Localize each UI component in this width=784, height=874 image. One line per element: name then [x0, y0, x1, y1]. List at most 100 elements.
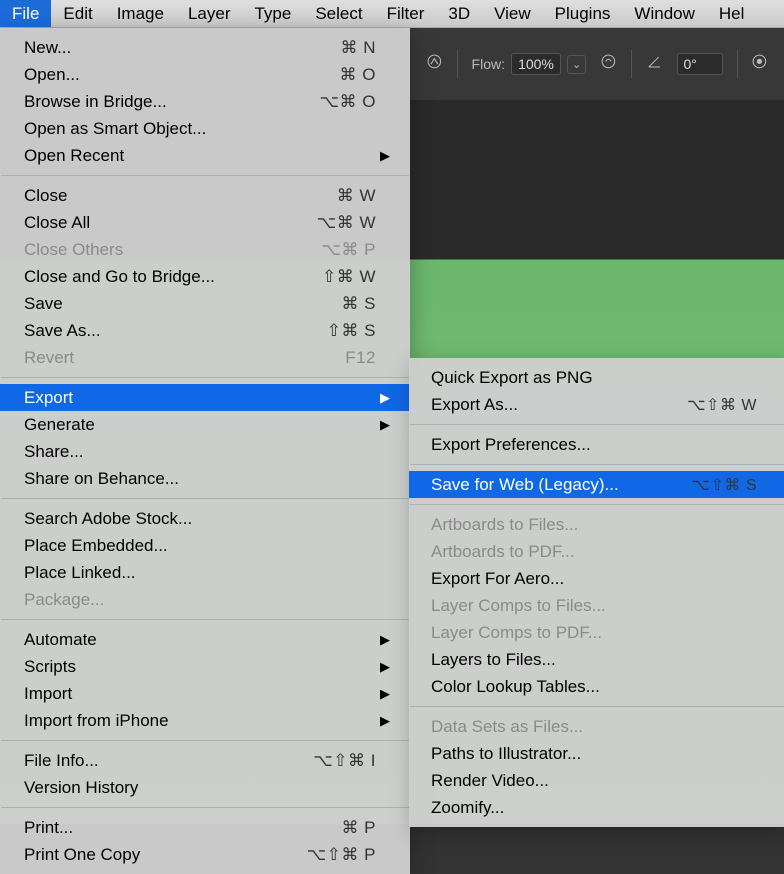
menu-item-label: Print... [24, 818, 341, 838]
export-submenu-item: Data Sets as Files... [409, 713, 784, 740]
menu-item-label: Import [24, 684, 376, 704]
submenu-arrow-icon: ▶ [376, 659, 390, 675]
file-menu-item[interactable]: Export▶ [0, 384, 410, 411]
submenu-arrow-icon: ▶ [376, 686, 390, 702]
flow-label: Flow: [472, 56, 505, 72]
menubar-plugins[interactable]: Plugins [543, 0, 623, 27]
menu-item-label: Zoomify... [431, 798, 757, 818]
angle-input[interactable]: 0° [677, 53, 723, 75]
file-menu-item[interactable]: Automate▶ [0, 626, 410, 653]
menubar: File Edit Image Layer Type Select Filter… [0, 0, 784, 28]
export-submenu-item[interactable]: Quick Export as PNG [409, 364, 784, 391]
menu-separator [1, 377, 409, 378]
menu-item-label: Automate [24, 630, 376, 650]
menu-item-shortcut: ⌘ P [341, 818, 376, 838]
export-submenu-item: Layer Comps to Files... [409, 592, 784, 619]
menu-item-shortcut: ⇧⌘ S [327, 321, 376, 341]
menu-item-label: Artboards to Files... [431, 515, 757, 535]
flow-control: Flow: 100% ⌄ [472, 53, 587, 75]
menu-separator [1, 175, 409, 176]
menu-item-label: Export As... [431, 395, 687, 415]
menu-item-label: Data Sets as Files... [431, 717, 757, 737]
export-submenu-item[interactable]: Render Video... [409, 767, 784, 794]
submenu-arrow-icon: ▶ [376, 713, 390, 729]
menu-item-shortcut: ⌘ W [337, 186, 376, 206]
menubar-3d[interactable]: 3D [436, 0, 482, 27]
file-menu-item[interactable]: Search Adobe Stock... [0, 505, 410, 532]
export-submenu-item[interactable]: Paths to Illustrator... [409, 740, 784, 767]
file-menu-item[interactable]: Print One Copy⌥⇧⌘ P [0, 841, 410, 868]
menu-item-label: Open... [24, 65, 340, 85]
menu-item-label: File Info... [24, 751, 313, 771]
menu-separator [410, 424, 784, 425]
file-menu-item[interactable]: Scripts▶ [0, 653, 410, 680]
file-menu-item[interactable]: Version History [0, 774, 410, 801]
menu-separator [1, 498, 409, 499]
file-menu-item[interactable]: Import from iPhone▶ [0, 707, 410, 734]
menubar-image[interactable]: Image [105, 0, 176, 27]
flow-input[interactable]: 100% [511, 53, 561, 75]
export-submenu-item[interactable]: Save for Web (Legacy)...⌥⇧⌘ S [409, 471, 784, 498]
menu-item-shortcut: ⌘ S [341, 294, 376, 314]
airbrush-icon[interactable] [600, 53, 617, 75]
menubar-type[interactable]: Type [242, 0, 303, 27]
menubar-help[interactable]: Hel [707, 0, 757, 27]
export-submenu-item[interactable]: Zoomify... [409, 794, 784, 821]
export-submenu-item: Artboards to Files... [409, 511, 784, 538]
menubar-window[interactable]: Window [622, 0, 706, 27]
menubar-view[interactable]: View [482, 0, 543, 27]
menubar-file[interactable]: File [0, 0, 51, 27]
file-menu-item[interactable]: Save As...⇧⌘ S [0, 317, 410, 344]
menu-item-label: Layers to Files... [431, 650, 757, 670]
menu-item-label: Package... [24, 590, 376, 610]
file-menu-item[interactable]: Browse in Bridge...⌥⌘ O [0, 88, 410, 115]
export-submenu-item[interactable]: Layers to Files... [409, 646, 784, 673]
file-menu-item[interactable]: New...⌘ N [0, 34, 410, 61]
file-menu-item[interactable]: Place Linked... [0, 559, 410, 586]
tablet-pressure-icon[interactable] [751, 53, 768, 75]
menubar-edit[interactable]: Edit [51, 0, 104, 27]
menu-item-label: Quick Export as PNG [431, 368, 757, 388]
file-menu-item[interactable]: Close and Go to Bridge...⇧⌘ W [0, 263, 410, 290]
export-submenu-item[interactable]: Export As...⌥⇧⌘ W [409, 391, 784, 418]
menubar-filter[interactable]: Filter [375, 0, 437, 27]
file-menu-item[interactable]: Import▶ [0, 680, 410, 707]
file-menu-item[interactable]: Generate▶ [0, 411, 410, 438]
file-menu-item[interactable]: Open Recent▶ [0, 142, 410, 169]
menu-item-label: Print One Copy [24, 845, 307, 865]
menu-item-label: Open Recent [24, 146, 376, 166]
flow-dropdown-icon[interactable]: ⌄ [567, 55, 586, 74]
export-submenu-item[interactable]: Export Preferences... [409, 431, 784, 458]
file-menu-item[interactable]: Close⌘ W [0, 182, 410, 209]
menubar-layer[interactable]: Layer [176, 0, 243, 27]
file-menu-item[interactable]: Share on Behance... [0, 465, 410, 492]
menu-item-shortcut: ⌥⇧⌘ P [307, 845, 376, 865]
menu-item-label: Place Embedded... [24, 536, 376, 556]
menu-item-label: Save As... [24, 321, 327, 341]
file-menu-item[interactable]: Open...⌘ O [0, 61, 410, 88]
separator [457, 50, 458, 78]
file-menu-item[interactable]: Print...⌘ P [0, 814, 410, 841]
menu-separator [1, 807, 409, 808]
file-menu-item[interactable]: Place Embedded... [0, 532, 410, 559]
menu-item-label: Close and Go to Bridge... [24, 267, 322, 287]
menu-item-label: Save [24, 294, 341, 314]
menu-item-label: Color Lookup Tables... [431, 677, 757, 697]
menubar-select[interactable]: Select [303, 0, 374, 27]
submenu-arrow-icon: ▶ [376, 390, 390, 406]
file-menu-item: Close Others⌥⌘ P [0, 236, 410, 263]
file-menu-item[interactable]: Save⌘ S [0, 290, 410, 317]
menu-item-label: Search Adobe Stock... [24, 509, 376, 529]
menu-item-label: Export [24, 388, 376, 408]
menu-item-label: Close All [24, 213, 317, 233]
file-menu-item[interactable]: Share... [0, 438, 410, 465]
file-menu-item[interactable]: File Info...⌥⇧⌘ I [0, 747, 410, 774]
export-submenu-item[interactable]: Color Lookup Tables... [409, 673, 784, 700]
options-bar: Flow: 100% ⌄ 0° [410, 28, 784, 100]
export-submenu-item[interactable]: Export For Aero... [409, 565, 784, 592]
file-menu-item[interactable]: Close All⌥⌘ W [0, 209, 410, 236]
menu-separator [1, 619, 409, 620]
file-menu-item[interactable]: Open as Smart Object... [0, 115, 410, 142]
brush-pressure-icon[interactable] [426, 53, 443, 75]
menu-item-label: Layer Comps to PDF... [431, 623, 757, 643]
